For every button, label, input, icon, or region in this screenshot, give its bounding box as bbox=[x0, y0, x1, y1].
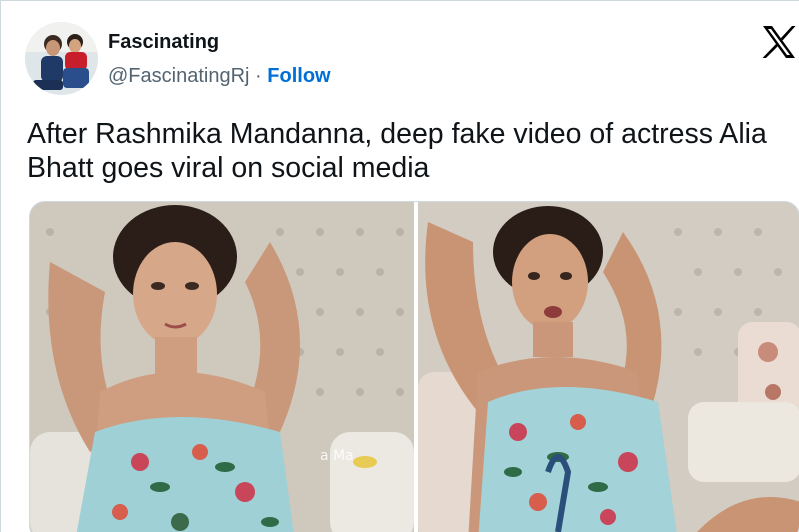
author-avatar[interactable] bbox=[25, 22, 98, 95]
follow-button[interactable]: Follow bbox=[267, 65, 330, 87]
video-still-left: a Ma bbox=[30, 202, 414, 532]
author-handle[interactable]: @FascinatingRj bbox=[108, 65, 249, 87]
video-frame-right[interactable] bbox=[418, 202, 799, 532]
author-display-name[interactable]: Fascinating bbox=[108, 31, 219, 54]
tweet-text: After Rashmika Mandanna, deep fake video… bbox=[27, 118, 767, 184]
author-handle-row: @FascinatingRj · Follow bbox=[108, 65, 331, 88]
video-frame-left[interactable]: a Ma bbox=[30, 202, 414, 532]
handle-separator: · bbox=[255, 65, 262, 87]
x-logo-icon[interactable] bbox=[761, 25, 797, 59]
tweet-media[interactable]: a Ma bbox=[29, 201, 799, 532]
video-watermark: a Ma bbox=[320, 448, 354, 464]
video-still-right bbox=[418, 202, 799, 532]
tweet-card: Fascinating @FascinatingRj · Follow Afte… bbox=[0, 0, 799, 532]
avatar-image bbox=[25, 22, 98, 95]
